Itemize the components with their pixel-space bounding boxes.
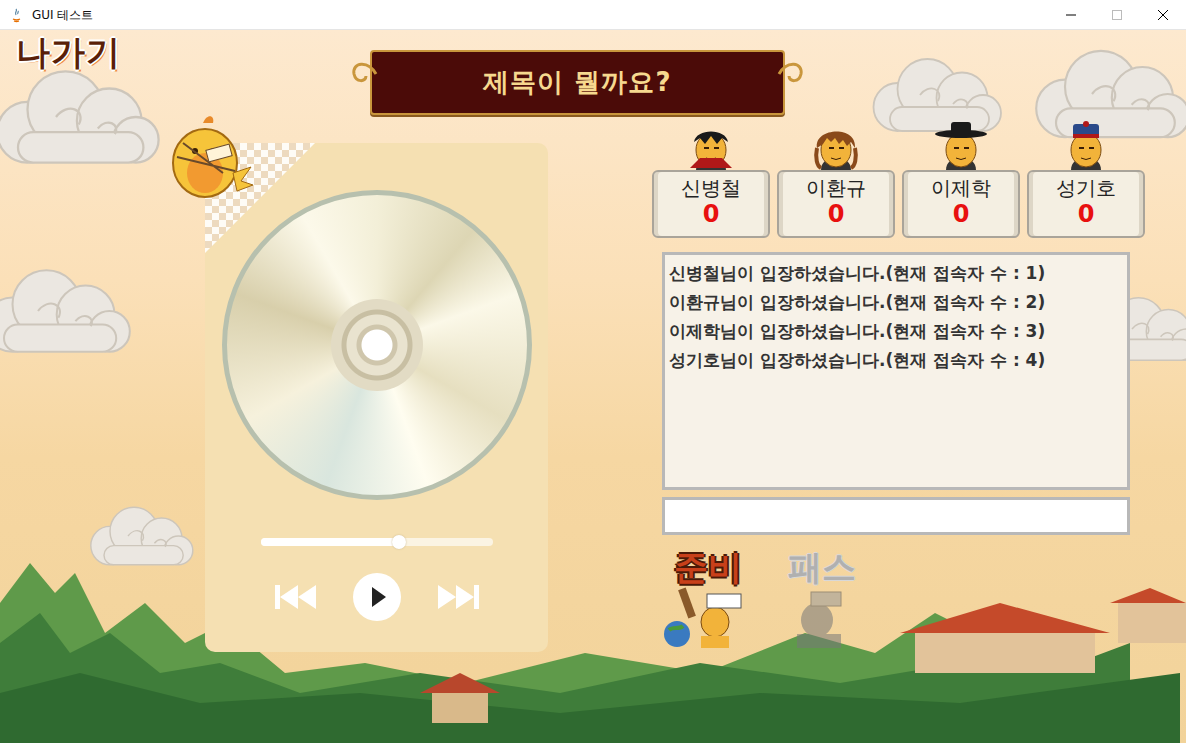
cd-disc-icon [222,190,532,500]
play-button[interactable] [352,572,402,622]
title-banner: 제목이 뭘까요? [370,50,785,115]
cloud-icon [860,50,1010,140]
player-name: 이환규 [783,176,889,200]
player-avatar-icon [809,120,863,172]
cloud-icon [1020,40,1186,148]
cloud-icon [0,260,140,362]
play-icon [352,572,402,622]
player-name: 신병철 [658,176,764,200]
player-score: 0 [658,200,764,229]
banner-curl-icon [348,56,378,92]
player-plaque: 신병철0 [652,170,770,238]
ready-button[interactable]: 준비 [660,549,756,648]
chat-input[interactable] [662,497,1130,535]
player-name: 이제학 [908,176,1014,200]
player-list: 신병철0이환규0이제학0성기호0 [652,120,1146,238]
progress-knob[interactable] [392,535,406,549]
player-plaque: 성기호0 [1027,170,1145,238]
action-buttons: 준비 패스 [660,549,1146,648]
player-avatar-icon [1059,120,1113,172]
mountains-icon [0,543,1186,743]
title-bar: GUI 테스트 [0,0,1186,30]
mascot-icon [163,113,255,203]
pass-button[interactable]: 패스 [774,549,870,648]
cloud-icon [0,60,170,174]
window-title: GUI 테스트 [32,6,93,24]
player-score: 0 [1033,200,1139,229]
chat-message: 이환규님이 입장하셨습니다.(현재 접속자 수 : 2) [669,288,1123,317]
previous-icon [274,583,316,611]
player-slot: 이환규0 [777,120,895,238]
progress-track[interactable] [261,538,493,546]
player-score: 0 [908,200,1014,229]
player-plaque: 이환규0 [777,170,895,238]
player-score: 0 [783,200,889,229]
player-slot: 이제학0 [902,120,1020,238]
minimize-icon[interactable] [1048,0,1094,30]
exit-button[interactable]: 나가기 [12,32,125,73]
button-label: 패스 [774,549,870,586]
next-button[interactable] [438,583,480,611]
progress-fill [261,538,400,546]
chat-message: 신병철님이 입장하셨습니다.(현재 접속자 수 : 1) [669,259,1123,288]
banner-curl-icon [777,56,807,92]
banner-title: 제목이 뭘까요? [483,63,671,102]
player-slot: 성기호0 [1027,120,1145,238]
music-player-card [205,143,548,652]
next-icon [438,583,480,611]
previous-button[interactable] [274,583,316,611]
close-icon[interactable] [1140,0,1186,30]
player-avatar-icon [684,120,738,172]
chat-message: 성기호님이 입장하셨습니다.(현재 접속자 수 : 4) [669,346,1123,375]
button-label: 준비 [660,549,756,586]
game-area: 나가기 제목이 뭘까요? [0,30,1186,743]
player-avatar-icon [934,120,988,172]
cloud-icon [80,500,200,572]
player-plaque: 이제학0 [902,170,1020,238]
chat-log: 신병철님이 입장하셨습니다.(현재 접속자 수 : 1)이환규님이 입장하셨습니… [662,252,1130,490]
java-icon [8,7,24,23]
ready-figure-icon [663,586,753,648]
chat-message: 이제학님이 입장하셨습니다.(현재 접속자 수 : 3) [669,317,1123,346]
player-name: 성기호 [1033,176,1139,200]
pass-figure-icon [777,586,867,648]
maximize-icon[interactable] [1094,0,1140,30]
player-slot: 신병철0 [652,120,770,238]
